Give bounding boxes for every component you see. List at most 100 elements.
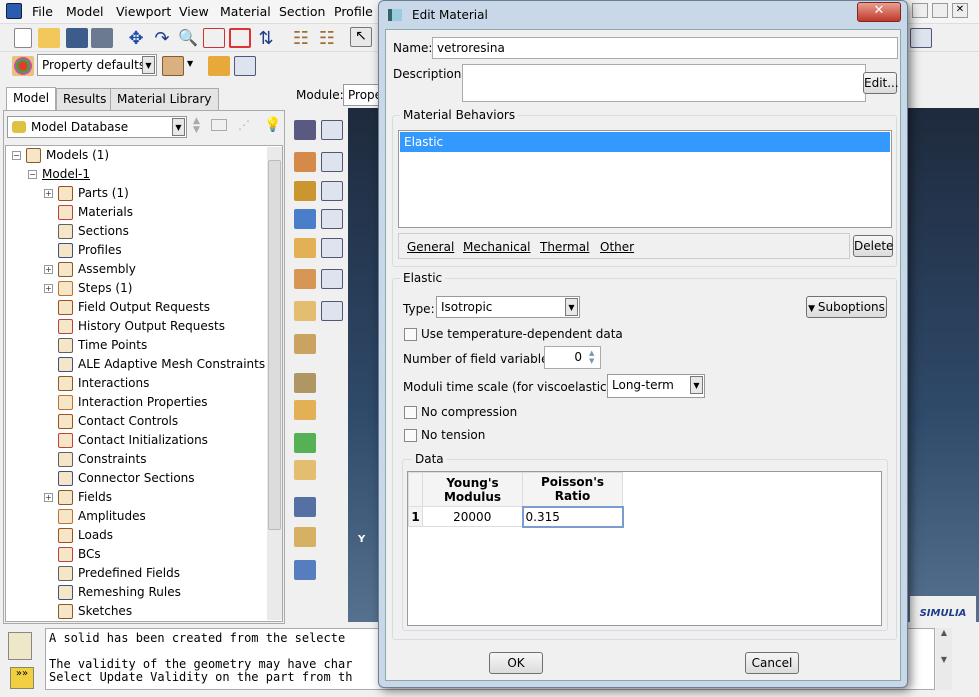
menu-model[interactable]: Model [66,4,104,19]
tree-item-label: Amplitudes [78,509,146,523]
menu-profile[interactable]: Profile [334,4,373,19]
cancel-button[interactable]: Cancel [745,652,799,674]
suboptions-button[interactable]: ▼ Suboptions [806,296,887,318]
collapse-icon[interactable]: − [28,170,37,179]
assign-section-icon[interactable] [294,181,316,201]
datum-csys-icon[interactable] [294,560,316,580]
behaviors-list[interactable]: Elastic [398,130,892,228]
menu-file[interactable]: File [32,4,53,19]
moduli-time-scale-select[interactable]: Long-term ▼ [607,374,705,398]
query-icon[interactable] [294,497,316,517]
spinner-arrows-icon[interactable]: ▲ ▼ [589,349,594,365]
window-close-button[interactable]: ✕ [952,3,968,18]
ladder-perspective-icon[interactable]: ☷ [316,28,338,49]
menu-general[interactable]: General [407,240,454,254]
parent-folder-icon[interactable] [211,119,227,131]
sort-arrows-icon[interactable]: ▲ ▼ [193,117,200,135]
window-minimize-button[interactable] [912,3,928,18]
create-skin-icon[interactable] [294,269,316,289]
column-header-youngs-modulus[interactable]: Young's Modulus [422,472,523,507]
manager-table-icon[interactable] [321,301,343,321]
expand-icon[interactable]: + [44,265,53,274]
cycle-views-icon[interactable]: ⇅ [255,28,277,49]
column-header-poissons-ratio[interactable]: Poisson's Ratio [522,472,623,507]
chevron-down-icon[interactable]: ▼ [187,59,193,68]
box-zoom-icon[interactable] [203,28,225,48]
message-tab-icon[interactable] [8,632,32,660]
menu-view[interactable]: View [179,4,209,19]
behavior-item-elastic[interactable]: Elastic [400,132,890,152]
tree-expand-icon[interactable]: ⋰ [238,118,250,132]
module-select[interactable]: Prope [343,84,383,106]
manager-table-icon[interactable] [321,269,343,289]
open-folder-icon[interactable] [38,28,60,48]
name-input[interactable]: vetroresina [432,37,898,59]
menu-other[interactable]: Other [600,240,634,254]
menu-section[interactable]: Section [279,4,325,19]
expand-icon[interactable]: + [44,493,53,502]
auto-fit-icon[interactable] [229,28,251,48]
app-icon[interactable] [6,3,22,19]
manager-table-icon[interactable] [321,120,343,140]
temperature-dependent-label: Use temperature-dependent data [421,327,623,341]
save-icon[interactable] [66,28,88,48]
rotate-icon[interactable]: ↷ [151,28,173,49]
create-material-icon[interactable] [294,120,316,140]
edit-datum-icon[interactable] [294,400,316,420]
cell-poissons-ratio[interactable]: 0.315 [521,505,624,528]
no-tension-checkbox[interactable] [404,429,417,442]
model-database-select[interactable]: Model Database ▼ [7,116,187,138]
table-icon[interactable] [234,56,256,76]
palette-icon[interactable] [12,56,34,76]
lightbulb-icon[interactable]: 💡 [264,117,281,133]
menu-thermal[interactable]: Thermal [540,240,589,254]
tree-scrollbar-thumb[interactable] [268,160,281,530]
manager-table-icon[interactable] [321,152,343,172]
menu-material[interactable]: Material [220,4,271,19]
manager-table-icon[interactable] [321,181,343,201]
delete-behavior-button[interactable]: Delete [853,235,893,257]
manager-table-icon[interactable] [321,238,343,258]
cube-icon[interactable] [162,56,184,76]
create-grid-icon[interactable] [294,460,316,480]
tab-model[interactable]: Model [6,87,57,111]
assign-orientation-icon[interactable] [294,238,316,258]
part-edit-icon[interactable] [208,56,230,76]
manager-table-icon[interactable] [321,209,343,229]
menu-mechanical[interactable]: Mechanical [463,240,531,254]
ok-button[interactable]: OK [489,652,543,674]
edit-description-button[interactable]: Edit... [863,72,899,94]
collapse-icon[interactable]: − [12,151,21,160]
window-restore-button[interactable] [932,3,948,18]
expand-icon[interactable]: + [44,284,53,293]
new-file-icon[interactable] [14,28,32,48]
special-icon[interactable] [294,334,316,354]
pan-icon[interactable]: ✥ [125,28,147,49]
cell-youngs-modulus[interactable]: 20000 [422,506,523,527]
render-style-select[interactable]: Property defaults ▼ [37,54,157,76]
create-point-icon[interactable] [294,433,316,453]
data-table[interactable]: Young's Modulus Poisson's Ratio 1 20000 … [407,471,882,626]
message-scrollbar[interactable]: ▲ ▼ [936,628,952,690]
create-stringer-icon[interactable] [294,301,316,321]
type-select[interactable]: Isotropic ▼ [436,296,580,318]
ladder-icon[interactable]: ☷ [290,28,312,49]
inertia-icon[interactable] [294,373,316,393]
python-tab-icon[interactable]: »» [10,667,34,689]
expand-icon[interactable]: + [44,189,53,198]
menu-viewport[interactable]: Viewport [116,4,171,19]
select-cursor-icon[interactable]: ↖ [350,27,372,47]
dialog-close-button[interactable]: ✕ [857,2,901,22]
create-section-icon[interactable] [294,152,316,172]
description-input[interactable] [462,64,866,102]
tab-material-library[interactable]: Material Library [110,88,219,110]
create-profile-icon[interactable] [294,209,316,229]
part-tool-icon[interactable] [294,527,316,547]
zoom-icon[interactable]: 🔍 [177,28,199,48]
temperature-dependent-checkbox[interactable] [404,328,417,341]
field-variables-label: Number of field variables: [403,352,559,366]
no-compression-checkbox[interactable] [404,406,417,419]
print-icon[interactable] [91,28,113,48]
table-icon[interactable] [910,28,932,48]
tab-results[interactable]: Results [56,88,114,110]
